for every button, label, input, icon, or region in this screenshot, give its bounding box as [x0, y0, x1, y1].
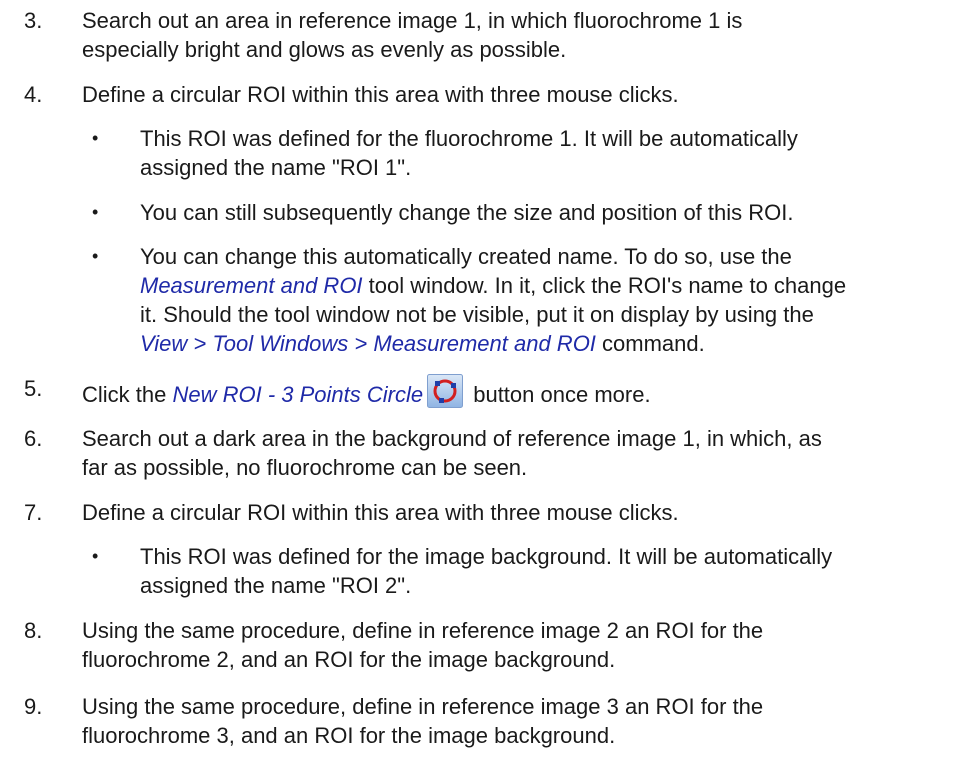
bullet-text: This ROI was defined for the image backg…	[140, 542, 940, 600]
step-number: 3.	[24, 8, 43, 33]
bullet-text-fragment: tool window. In it, click the ROI's name…	[362, 273, 847, 298]
bullet-text-line: You can still subsequently change the si…	[140, 200, 794, 225]
step-number: 4.	[24, 82, 43, 107]
bullet-text: This ROI was defined for the fluorochrom…	[140, 124, 940, 182]
bullet-icon: •	[92, 246, 99, 266]
bullet-text: You can change this automatically create…	[140, 242, 940, 358]
step-text-line: Define a circular ROI within this area w…	[82, 500, 679, 525]
bullet-icon: •	[92, 128, 99, 148]
bullet-text: You can still subsequently change the si…	[140, 198, 940, 227]
step-number: 7.	[24, 500, 43, 525]
bullet-text-fragment: command.	[595, 331, 705, 356]
step-text-fragment: button once more.	[467, 382, 651, 407]
step-text-fragment: Click the	[82, 382, 173, 407]
bullet-text-line: Measurement and ROI tool window. In it, …	[140, 271, 940, 300]
step-text: Using the same procedure, define in refe…	[82, 616, 942, 674]
step-text: Search out a dark area in the background…	[82, 424, 942, 482]
bullet-text-line: assigned the name "ROI 2".	[140, 573, 412, 598]
bullet-icon: •	[92, 546, 99, 566]
bullet-text-line: This ROI was defined for the image backg…	[140, 544, 833, 569]
document-page: 3. Search out an area in reference image…	[0, 0, 968, 767]
new-roi-3-points-circle-link[interactable]: New ROI - 3 Points Circle	[172, 382, 423, 407]
step-text: Search out an area in reference image 1,…	[82, 6, 942, 64]
step-text-line: Define a circular ROI within this area w…	[82, 82, 679, 107]
step-number: 8.	[24, 618, 43, 643]
step-text-line: fluorochrome 3, and an ROI for the image…	[82, 723, 616, 748]
step-text-line: Search out a dark area in the background…	[82, 426, 822, 451]
step-text: Click the New ROI - 3 Points Circle butt…	[82, 374, 942, 409]
bullet-icon: •	[92, 202, 99, 222]
view-tool-windows-command-link[interactable]: View > Tool Windows > Measurement and RO…	[140, 331, 596, 356]
step-text: Using the same procedure, define in refe…	[82, 692, 942, 750]
step-number: 9.	[24, 694, 43, 719]
bullet-text-line: assigned the name "ROI 1".	[140, 155, 412, 180]
bullet-text-line: This ROI was defined for the fluorochrom…	[140, 126, 798, 151]
step-number: 5.	[24, 376, 43, 401]
step-text: Define a circular ROI within this area w…	[82, 80, 942, 109]
bullet-text-line: View > Tool Windows > Measurement and RO…	[140, 329, 940, 358]
step-number: 6.	[24, 426, 43, 451]
roi-circle-icon[interactable]	[427, 374, 464, 408]
bullet-text-line: it. Should the tool window not be visibl…	[140, 302, 814, 327]
step-text-line: Using the same procedure, define in refe…	[82, 694, 764, 719]
step-text-line: Search out an area in reference image 1,…	[82, 8, 743, 33]
bullet-text-line: You can change this automatically create…	[140, 244, 792, 269]
step-text-line: fluorochrome 2, and an ROI for the image…	[82, 647, 616, 672]
measurement-and-roi-link[interactable]: Measurement and ROI	[140, 273, 363, 298]
step-text-line: especially bright and glows as evenly as…	[82, 37, 567, 62]
step-text: Define a circular ROI within this area w…	[82, 498, 942, 527]
step-text-line: far as possible, no fluorochrome can be …	[82, 455, 528, 480]
step-text-line: Using the same procedure, define in refe…	[82, 618, 764, 643]
